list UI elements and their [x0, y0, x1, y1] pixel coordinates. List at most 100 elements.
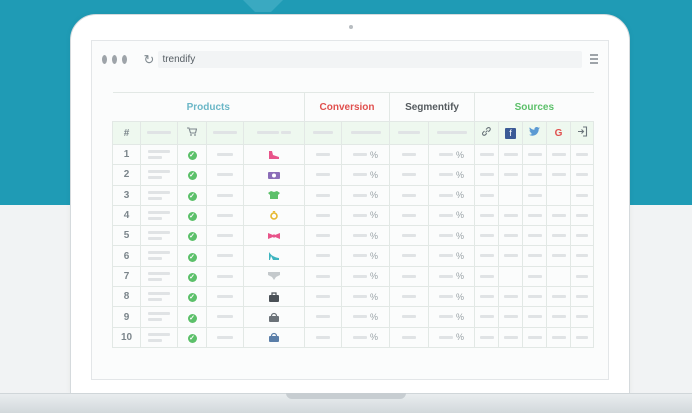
- twitter-icon[interactable]: [522, 121, 548, 145]
- window-dot-maximize[interactable]: [121, 54, 127, 64]
- group-header-row: Products Conversion Segmentify Sources: [112, 92, 594, 122]
- table-row[interactable]: 6 ✓%%: [112, 245, 595, 267]
- product-icon: [242, 204, 306, 227]
- table-row[interactable]: 7 ✓%%: [112, 265, 595, 288]
- cell-placeholder: [389, 286, 430, 308]
- cell-placeholder: [389, 306, 430, 328]
- conversion-header[interactable]: Conversion: [304, 92, 390, 122]
- segmentify-header[interactable]: Segmentify: [389, 92, 475, 122]
- cell-placeholder: [389, 143, 430, 166]
- sources-header[interactable]: Sources: [474, 92, 594, 122]
- segmentify-percent: %: [428, 265, 476, 288]
- cell-placeholder: [304, 245, 343, 267]
- source-cell: [570, 164, 595, 186]
- table-row[interactable]: 5 ✓%%: [112, 225, 595, 247]
- cell-placeholder: [206, 326, 244, 348]
- source-cell: [546, 184, 572, 206]
- source-cell: [570, 225, 595, 247]
- table-row[interactable]: 1 ✓%%: [112, 143, 595, 166]
- column-header: [140, 121, 178, 145]
- product-name-placeholder: [140, 265, 178, 288]
- facebook-icon[interactable]: f: [498, 121, 524, 145]
- source-cell: [522, 204, 548, 227]
- cell-placeholder: [206, 265, 244, 288]
- column-header: [242, 121, 306, 145]
- source-cell: [522, 245, 548, 267]
- cell-placeholder: [389, 245, 430, 267]
- signin-icon[interactable]: [570, 121, 595, 145]
- source-cell: [570, 143, 595, 166]
- row-number: 6: [112, 245, 141, 267]
- source-cell: [498, 204, 524, 227]
- column-header: [428, 121, 476, 145]
- conversion-percent: %: [341, 184, 391, 206]
- table-row[interactable]: 4 ✓%%: [112, 204, 595, 227]
- cell-placeholder: [206, 184, 244, 206]
- window-dot-minimize[interactable]: [111, 54, 117, 64]
- row-number: 5: [112, 225, 141, 247]
- product-icon: [242, 164, 306, 186]
- products-header[interactable]: Products: [112, 92, 305, 122]
- table-row[interactable]: 2 ✓%%: [112, 164, 595, 186]
- product-icon: [242, 143, 306, 166]
- source-cell: [474, 245, 500, 267]
- segmentify-percent: %: [428, 164, 476, 186]
- source-cell: [474, 326, 500, 348]
- column-header: [304, 121, 343, 145]
- product-icon: [242, 326, 306, 348]
- cell-placeholder: [389, 225, 430, 247]
- conversion-percent: %: [341, 164, 391, 186]
- source-cell: [570, 286, 595, 308]
- product-name-placeholder: [140, 326, 178, 348]
- row-number: 10: [112, 326, 141, 348]
- source-cell: [522, 143, 548, 166]
- link-icon[interactable]: [474, 121, 500, 145]
- source-cell: [522, 306, 548, 328]
- row-number: 1: [112, 143, 141, 166]
- browser-window: ↻ trendify Products Conversion Segmentif…: [91, 40, 609, 380]
- cell-placeholder: [389, 184, 430, 206]
- conversion-percent: %: [341, 143, 391, 166]
- window-dot-close[interactable]: [102, 54, 107, 64]
- column-header: [206, 121, 244, 145]
- row-number: 4: [112, 204, 141, 227]
- reload-icon[interactable]: ↻: [144, 53, 155, 66]
- row-number: 3: [112, 184, 141, 206]
- row-number: 8: [112, 286, 141, 308]
- source-cell: [498, 286, 524, 308]
- cell-placeholder: [206, 306, 244, 328]
- product-name-placeholder: [140, 204, 178, 227]
- in-cart-check-icon: ✓: [177, 265, 207, 288]
- camera-dot: [349, 25, 353, 29]
- product-name-placeholder: [140, 286, 178, 308]
- cell-placeholder: [206, 204, 244, 227]
- source-cell: [570, 265, 595, 288]
- segmentify-percent: %: [428, 225, 476, 247]
- conversion-percent: %: [341, 245, 391, 267]
- product-icon: [242, 184, 306, 206]
- column-header: [389, 121, 430, 145]
- source-cell: [546, 326, 572, 348]
- cell-placeholder: [389, 204, 430, 227]
- product-name-placeholder: [140, 143, 178, 166]
- address-bar[interactable]: trendify: [158, 50, 583, 68]
- conversion-percent: %: [341, 326, 391, 348]
- cell-placeholder: [389, 164, 430, 186]
- row-number: 7: [112, 265, 141, 288]
- cell-placeholder: [206, 245, 244, 267]
- table-row[interactable]: 3 ✓%%: [112, 184, 595, 206]
- laptop-notch: [286, 393, 406, 399]
- table-row[interactable]: 10 ✓%%: [112, 326, 595, 348]
- table-row[interactable]: 8 ✓%%: [112, 286, 595, 308]
- number-column-header: #: [112, 121, 141, 145]
- hamburger-menu-icon[interactable]: [590, 54, 598, 64]
- source-cell: [570, 245, 595, 267]
- google-icon[interactable]: G: [546, 121, 572, 145]
- laptop-frame: ↻ trendify Products Conversion Segmentif…: [70, 14, 630, 394]
- source-cell: [498, 326, 524, 348]
- source-cell: [474, 204, 500, 227]
- conversion-percent: %: [341, 265, 391, 288]
- table-row[interactable]: 9 ✓%%: [112, 306, 595, 328]
- segmentify-percent: %: [428, 245, 476, 267]
- cell-placeholder: [304, 164, 343, 186]
